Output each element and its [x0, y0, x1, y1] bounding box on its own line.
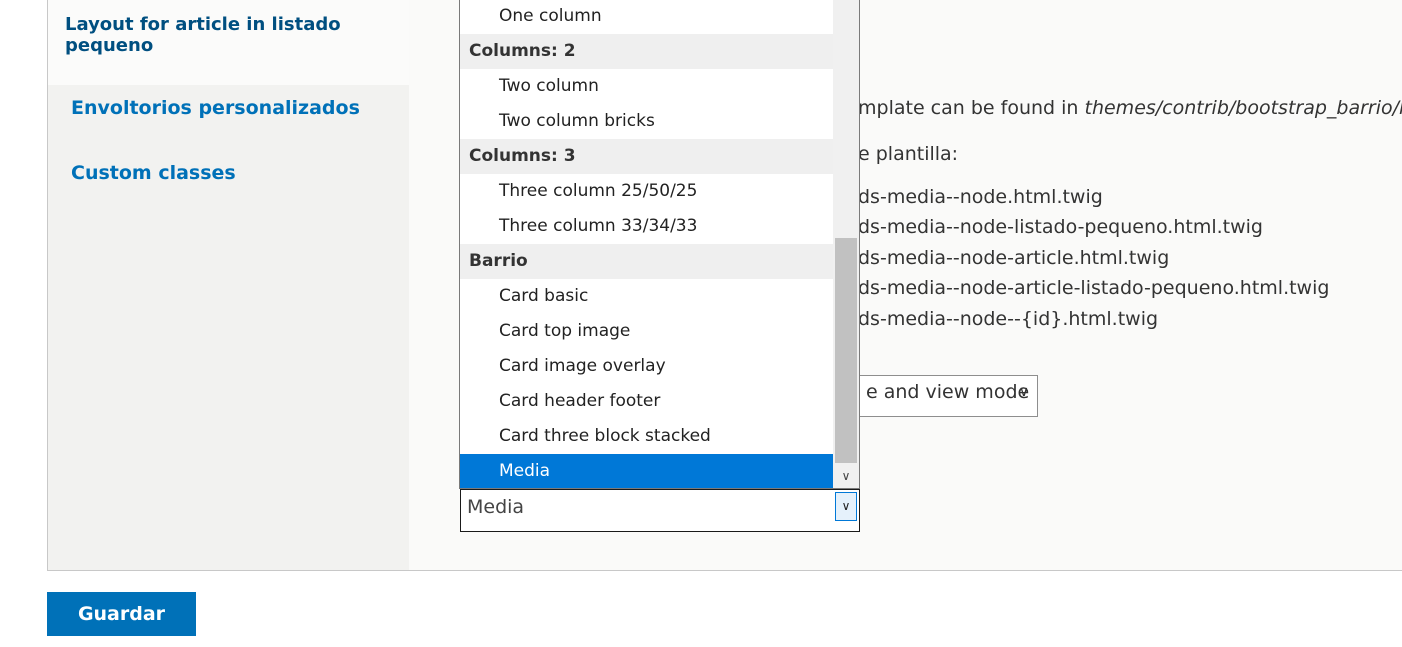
chevron-down-icon[interactable]: ∨	[835, 492, 857, 521]
dropdown-option[interactable]: Media	[460, 454, 833, 488]
option-group-label: Columns: 2	[460, 34, 833, 69]
tab-custom-classes[interactable]: Custom classes	[71, 162, 236, 184]
template-path: themes/contrib/bootstrap_barrio/lay	[1084, 97, 1402, 119]
layout-dropdown-list[interactable]: Media Card three block stacked Card header…	[459, 0, 860, 489]
template-suggestion: ds-media--node--{id}.html.twig	[858, 308, 1159, 330]
chevron-down-icon: ∨	[1018, 384, 1029, 400]
layout-select-value: Media	[467, 496, 525, 518]
dropdown-option[interactable]: Two column	[460, 69, 833, 104]
dropdown-option[interactable]: Card image overlay	[460, 349, 833, 384]
scrollbar-thumb[interactable]	[835, 238, 857, 463]
layout-select[interactable]: Media ∨	[460, 489, 860, 532]
vertical-tabs: Layout for article in listado pequeno En…	[48, 0, 409, 570]
dropdown-option[interactable]: One column	[460, 0, 833, 34]
dropdown-option[interactable]: Three column 33/34/33	[460, 209, 833, 244]
option-group-label: Columns: 3	[460, 139, 833, 174]
template-location-text: mplate can be found in themes/contrib/bo…	[858, 97, 1402, 119]
save-button[interactable]: Guardar	[47, 592, 196, 636]
view-mode-select-value: e and view mode	[866, 381, 1030, 403]
template-suggestion: ds-media--node-article.html.twig	[858, 247, 1170, 269]
dropdown-option[interactable]: Two column bricks	[460, 104, 833, 139]
template-suggestion: ds-media--node.html.twig	[858, 186, 1103, 208]
view-mode-select[interactable]: e and view mode ∨	[858, 375, 1038, 417]
plantilla-label: e plantilla:	[858, 143, 959, 165]
scroll-down-arrow-icon[interactable]: ∨	[833, 465, 859, 487]
dropdown-option[interactable]: Card three block stacked	[460, 419, 833, 454]
dropdown-option[interactable]: Card basic	[460, 279, 833, 314]
dropdown-option[interactable]: Three column 25/50/25	[460, 174, 833, 209]
option-group-label: Barrio	[460, 244, 833, 279]
tab-custom-wrappers[interactable]: Envoltorios personalizados	[71, 97, 360, 119]
tab-layout-label: Layout for article in listado pequeno	[65, 14, 341, 56]
tab-layout[interactable]: Layout for article in listado pequeno	[48, 0, 409, 85]
dropdown-scrollbar[interactable]: ∨	[833, 0, 859, 488]
template-suggestion: ds-media--node-article-listado-pequeno.h…	[858, 277, 1330, 299]
template-suggestion: ds-media--node-listado-pequeno.html.twig	[858, 216, 1263, 238]
template-location-prefix: mplate can be found in	[858, 97, 1085, 119]
dropdown-option[interactable]: Card top image	[460, 314, 833, 349]
dropdown-option[interactable]: Card header footer	[460, 384, 833, 419]
